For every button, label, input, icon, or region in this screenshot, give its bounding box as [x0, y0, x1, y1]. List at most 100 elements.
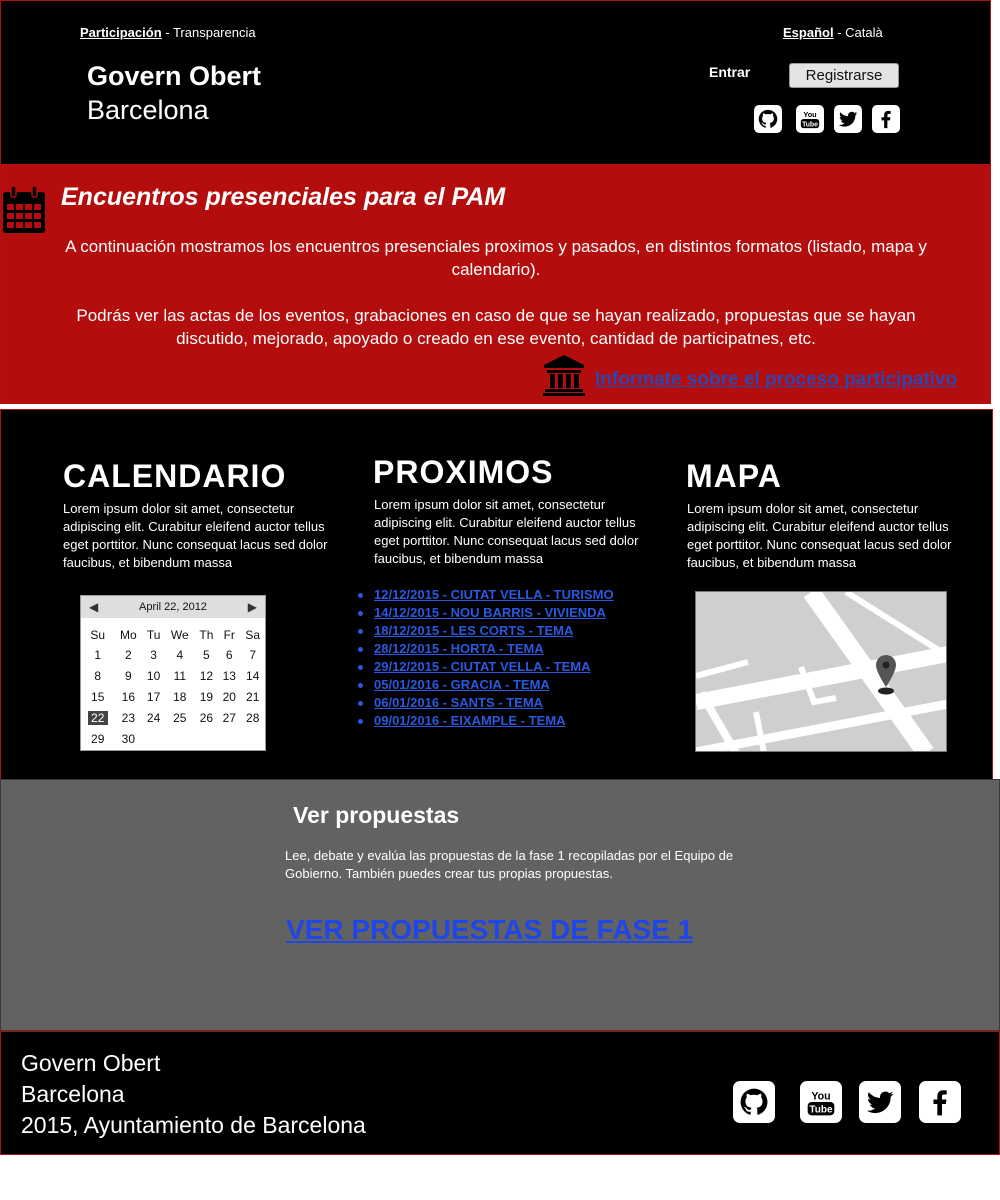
- calendar-day-cell[interactable]: 17: [142, 686, 165, 707]
- calendar-day-cell[interactable]: 8: [81, 665, 114, 686]
- calendar-day-cell[interactable]: 27: [218, 707, 240, 728]
- weekday-label: Sa: [245, 628, 261, 642]
- event-link[interactable]: 18/12/2015 - LES CORTS - TEMA: [374, 623, 573, 638]
- weekday-label: Mo: [120, 628, 137, 642]
- upcoming-events-list: 12/12/2015 - CIUTAT VELLA - TURISMO 14/12…: [357, 586, 614, 730]
- register-button[interactable]: Registrarse: [789, 63, 899, 88]
- events-map[interactable]: [695, 591, 947, 752]
- events-section: CALENDARIO Lorem ipsum dolor sit amet, c…: [0, 409, 993, 780]
- site-header: Participación - Transparencia Español - …: [0, 0, 991, 164]
- site-footer: Govern Obert Barcelona 2015, Ayuntamient…: [0, 1031, 1000, 1155]
- calendar-week-row: 22 23 24 25 26 27 28: [81, 707, 265, 728]
- date-picker[interactable]: ◀ April 22, 2012 ▶ Su Mo Tu We Th Fr Sa …: [80, 595, 266, 751]
- twitter-icon[interactable]: [834, 105, 862, 133]
- event-link[interactable]: 29/12/2015 - CIUTAT VELLA - TEMA: [374, 659, 590, 674]
- proposals-title: Ver propuestas: [293, 802, 460, 828]
- calendar-day-cell[interactable]: 7: [240, 644, 265, 665]
- nav-transparencia-link[interactable]: Transparencia: [173, 25, 256, 40]
- calendar-header: ◀ April 22, 2012 ▶: [81, 596, 265, 618]
- calendar-day-cell[interactable]: 16: [114, 686, 142, 707]
- proximos-title: PROXIMOS: [373, 454, 554, 490]
- calendar-day-cell[interactable]: 30: [114, 728, 142, 749]
- calendar-day-cell[interactable]: 13: [218, 665, 240, 686]
- event-list-item: 12/12/2015 - CIUTAT VELLA - TURISMO: [357, 586, 614, 604]
- event-list-item: 05/01/2016 - GRACIA - TEMA: [357, 676, 614, 694]
- event-link[interactable]: 28/12/2015 - HORTA - TEMA: [374, 641, 544, 656]
- youtube-icon[interactable]: You Tube: [796, 105, 824, 133]
- calendar-day-cell[interactable]: 19: [195, 686, 218, 707]
- calendar-day-cell[interactable]: 26: [195, 707, 218, 728]
- calendario-text: Lorem ipsum dolor sit amet, consectetur …: [63, 501, 328, 570]
- next-month-icon[interactable]: ▶: [248, 600, 257, 614]
- event-list-item: 06/01/2016 - SANTS - TEMA: [357, 694, 614, 712]
- footer-brand-line2: Barcelona: [21, 1081, 125, 1107]
- lang-separator: -: [833, 25, 846, 40]
- event-list-item: 18/12/2015 - LES CORTS - TEMA: [357, 622, 614, 640]
- event-list-item: 14/12/2015 - NOU BARRIS - VIVIENDA: [357, 604, 614, 622]
- event-link[interactable]: 09/01/2016 - EIXAMPLE - TEMA: [374, 713, 565, 728]
- calendar-day-cell: [142, 728, 165, 749]
- event-link[interactable]: 12/12/2015 - CIUTAT VELLA - TURISMO: [374, 587, 614, 602]
- calendar-icon: [3, 185, 45, 233]
- facebook-icon[interactable]: [872, 105, 900, 133]
- login-link[interactable]: Entrar: [709, 64, 750, 80]
- calendar-day-cell: [195, 728, 218, 749]
- map-pin-icon[interactable]: [874, 654, 898, 696]
- weekday-label: Th: [199, 628, 214, 642]
- calendar-week-row: 8 9 10 11 12 13 14: [81, 665, 265, 686]
- calendar-day-cell[interactable]: 2: [114, 644, 142, 665]
- calendar-day-cell[interactable]: 4: [165, 644, 195, 665]
- calendar-day-cell[interactable]: 6: [218, 644, 240, 665]
- weekday-label: Su: [90, 628, 106, 642]
- brand-title[interactable]: Govern Obert: [87, 61, 261, 92]
- calendar-week-row: 15 16 17 18 19 20 21: [81, 686, 265, 707]
- calendar-day-cell[interactable]: 25: [165, 707, 195, 728]
- calendario-title: CALENDARIO: [63, 458, 287, 494]
- process-info-link[interactable]: Informate sobre el proceso participativo: [595, 369, 957, 391]
- event-link[interactable]: 14/12/2015 - NOU BARRIS - VIVIENDA: [374, 605, 606, 620]
- calendar-day-cell[interactable]: 14: [240, 665, 265, 686]
- event-link[interactable]: 05/01/2016 - GRACIA - TEMA: [374, 677, 550, 692]
- twitter-icon[interactable]: [859, 1081, 901, 1123]
- calendar-day-cell[interactable]: 29: [81, 728, 114, 749]
- calendar-day-cell[interactable]: 3: [142, 644, 165, 665]
- prev-month-icon[interactable]: ◀: [89, 600, 98, 614]
- calendar-day-cell[interactable]: 24: [142, 707, 165, 728]
- nav-participacion-link[interactable]: Participación: [80, 25, 162, 40]
- lang-catala-link[interactable]: Català: [845, 25, 883, 40]
- mapa-title: MAPA: [686, 458, 782, 494]
- mapa-text: Lorem ipsum dolor sit amet, consectetur …: [687, 501, 952, 570]
- proposals-text: Lee, debate y evalúa las propuestas de l…: [285, 848, 734, 881]
- svg-text:Tube: Tube: [809, 1105, 833, 1116]
- event-list-item: 28/12/2015 - HORTA - TEMA: [357, 640, 614, 658]
- lang-espanol-link[interactable]: Español: [783, 25, 834, 40]
- selected-day[interactable]: 22: [87, 710, 108, 725]
- calendar-week-row: 1234567: [81, 644, 265, 665]
- calendar-day-cell[interactable]: 12: [195, 665, 218, 686]
- weekday-label: Tu: [146, 628, 161, 642]
- calendar-day-cell[interactable]: 1: [81, 644, 114, 665]
- calendar-day-cell[interactable]: 28: [240, 707, 265, 728]
- calendar-day-cell[interactable]: 5: [195, 644, 218, 665]
- github-icon[interactable]: [733, 1081, 775, 1123]
- calendar-day-cell[interactable]: 21: [240, 686, 265, 707]
- calendar-day-cell[interactable]: 10: [142, 665, 165, 686]
- event-link[interactable]: 06/01/2016 - SANTS - TEMA: [374, 695, 543, 710]
- map-roads: [696, 592, 946, 751]
- brand-subtitle[interactable]: Barcelona: [87, 95, 209, 126]
- svg-text:You: You: [803, 110, 816, 119]
- calendar-day-cell[interactable]: 20: [218, 686, 240, 707]
- calendar-week-row: 29 30: [81, 728, 265, 749]
- calendar-day-cell[interactable]: 23: [114, 707, 142, 728]
- calendar-day-cell[interactable]: 15: [81, 686, 114, 707]
- svg-text:You: You: [811, 1090, 830, 1102]
- calendar-day-cell[interactable]: 11: [165, 665, 195, 686]
- calendar-day-cell[interactable]: 9: [114, 665, 142, 686]
- github-icon[interactable]: [754, 105, 782, 133]
- youtube-icon[interactable]: You Tube: [800, 1081, 842, 1123]
- calendar-day-cell[interactable]: 18: [165, 686, 195, 707]
- calendar-day-cell[interactable]: 22: [81, 707, 114, 728]
- event-list-item: 09/01/2016 - EIXAMPLE - TEMA: [357, 712, 614, 730]
- view-proposals-link[interactable]: VER PROPUESTAS DE FASE 1: [286, 914, 693, 946]
- facebook-icon[interactable]: [919, 1081, 961, 1123]
